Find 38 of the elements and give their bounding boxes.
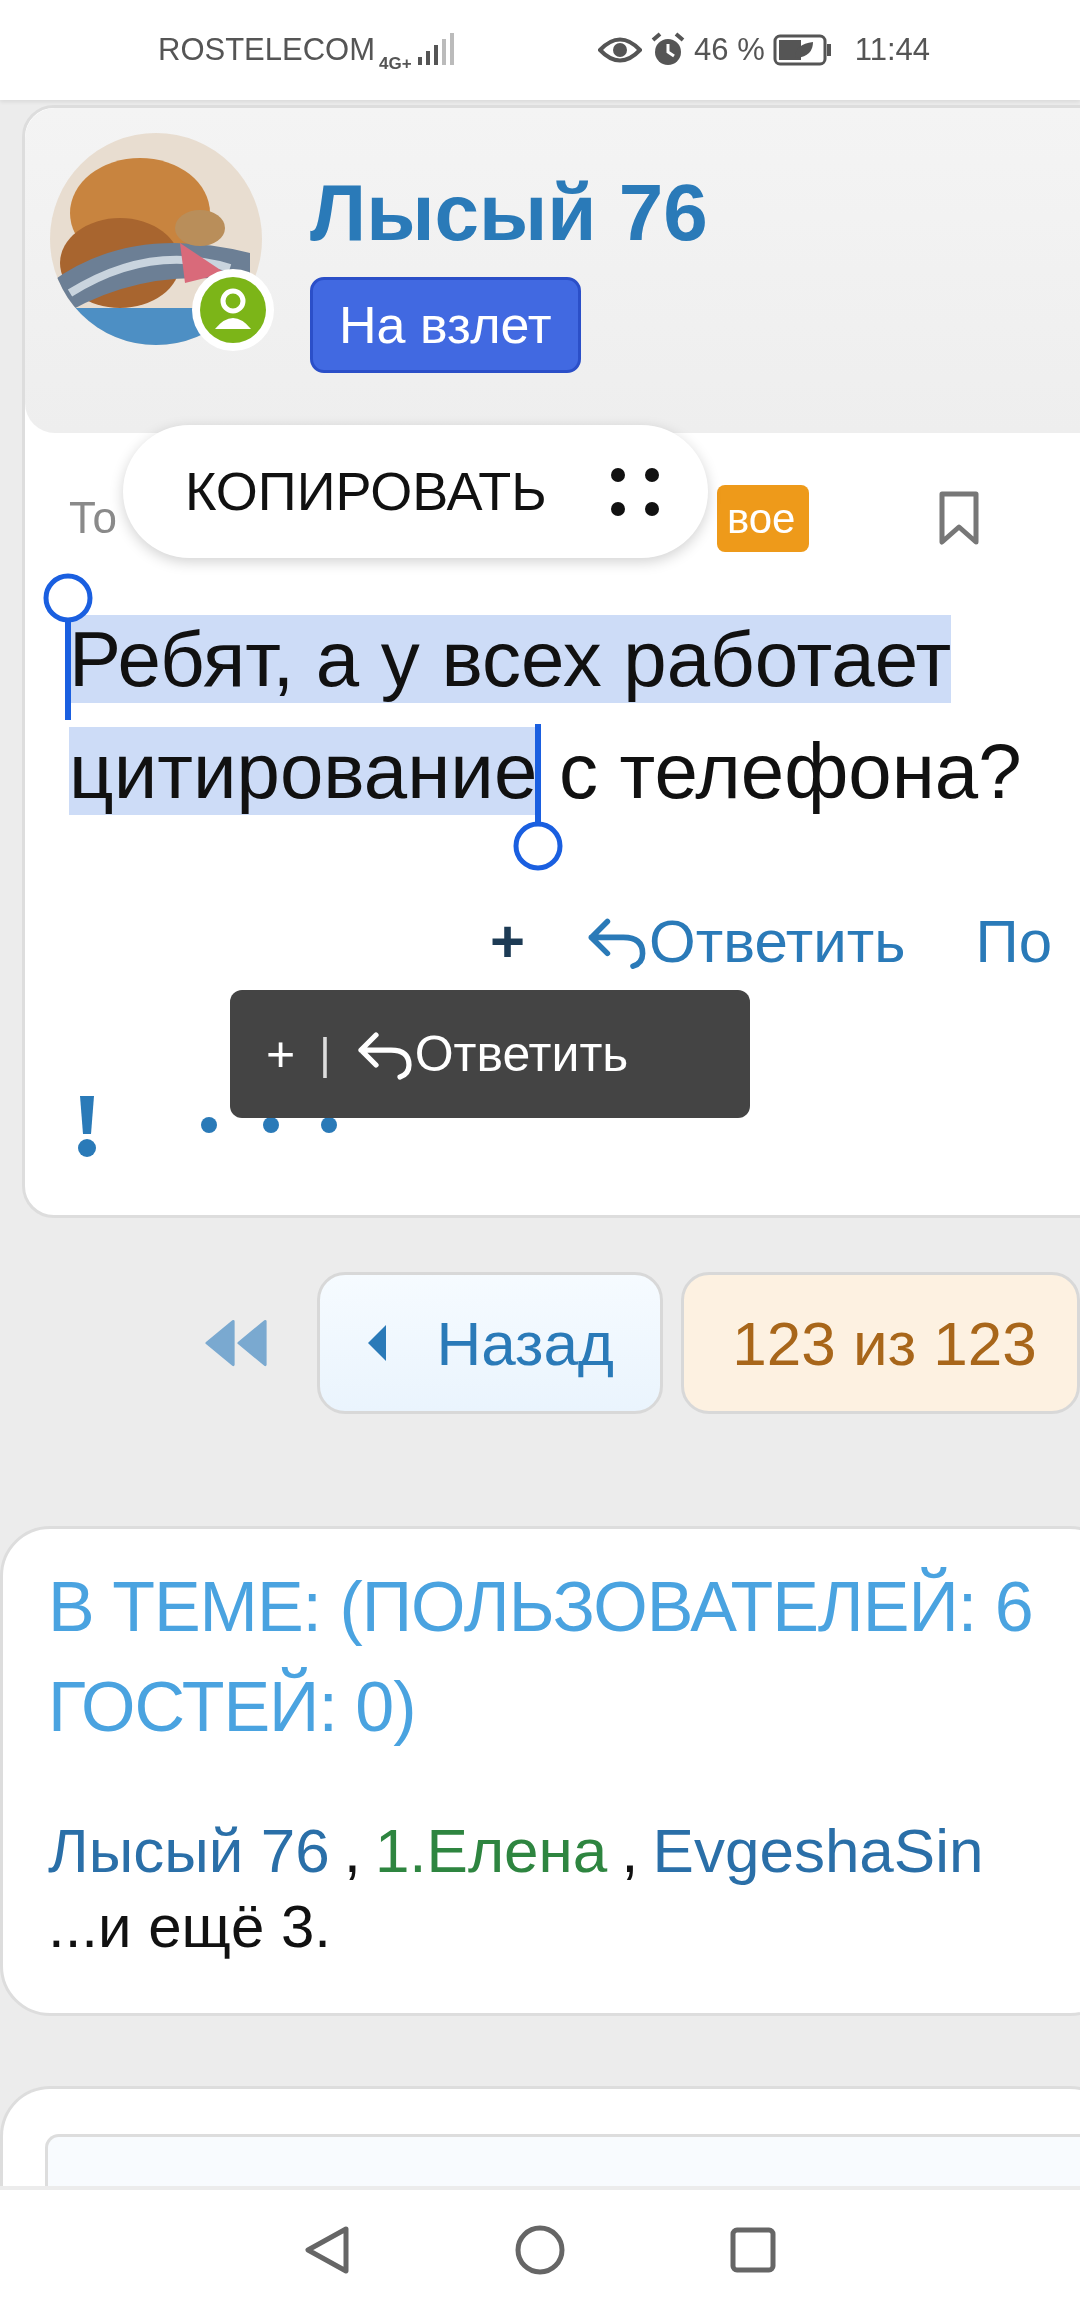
eye-icon [598,35,643,65]
separator-text: , [621,1816,639,1885]
reply-button[interactable]: Ответить [354,1016,629,1092]
copy-button[interactable]: КОПИРОВАТЬ [185,451,547,532]
alarm-icon [650,32,687,68]
page-position-button[interactable]: 123 из 123 [681,1272,1080,1414]
separator-text: , [343,1816,361,1885]
recent-apps-icon[interactable] [730,2227,776,2273]
network-type: 4G+ [379,53,412,76]
caret-left-icon [366,1323,389,1363]
separator-text: | [319,1028,331,1080]
input-field[interactable] [45,2134,1080,2186]
user-link[interactable]: EvgeshaSin [652,1816,984,1885]
signal-icon [415,33,456,67]
section-heading: ГОСТЕЙ: 0) [48,1666,417,1748]
battery-icon [772,34,833,66]
reply-link[interactable]: Ответить [585,912,906,972]
clock-time: 11:44 [854,30,930,69]
plus-button[interactable]: + [266,1016,296,1092]
online-user-icon [190,267,276,353]
rank-badge: На взлет [310,277,581,373]
action-link[interactable]: По [975,912,1052,972]
carrier-name: ROSTELECOM [158,30,376,69]
post-date: То [69,492,117,544]
back-button[interactable]: Назад [317,1272,664,1414]
new-badge: вое [716,484,810,552]
username[interactable]: Лысый 76 [310,173,708,253]
user-link[interactable]: Лысый 76 [48,1816,330,1885]
home-icon[interactable] [515,2225,565,2275]
section-heading: В ТЕМЕ: (ПОЛЬЗОВАТЕЛЕЙ: 6 [48,1566,1034,1648]
more-icon[interactable] [610,466,660,517]
plus-button[interactable]: + [490,912,526,972]
ellipsis-icon [199,1115,339,1135]
more-users-text: ...и ещё 3. [48,1892,332,1962]
battery-percent: 46 % [694,30,765,69]
user-link[interactable]: 1.Елена [374,1816,608,1885]
bookmark-icon[interactable] [939,491,980,545]
back-icon[interactable] [304,2225,350,2275]
